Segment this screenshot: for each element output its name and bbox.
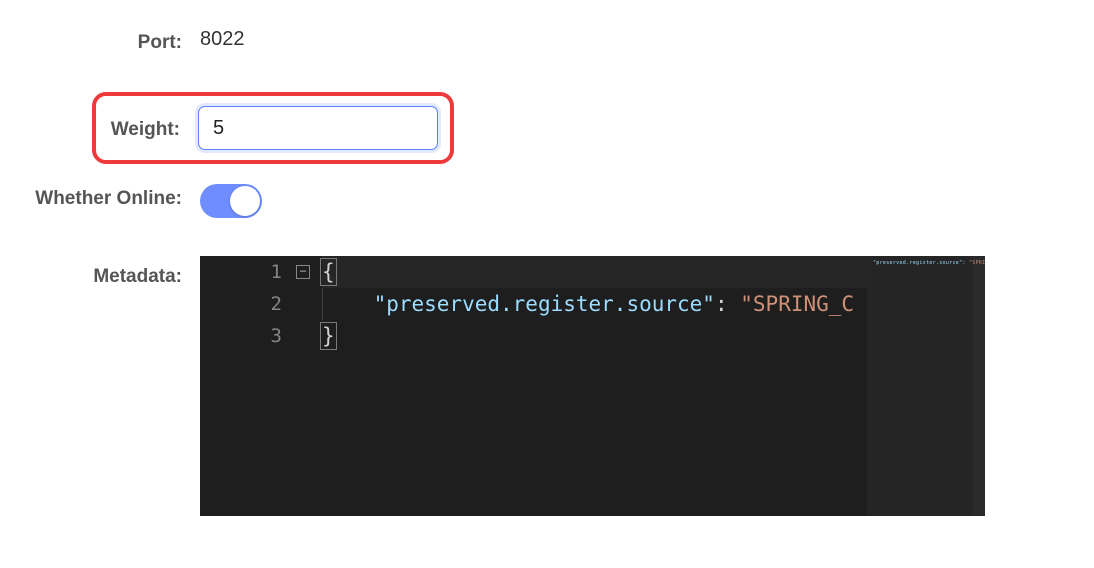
port-row: Port: 8022 <box>0 28 1094 54</box>
online-label: Whether Online: <box>0 184 200 210</box>
weight-highlight-box: Weight: <box>92 92 454 164</box>
port-value: 8022 <box>200 28 245 51</box>
toggle-knob <box>230 186 260 216</box>
json-colon: : <box>715 292 728 316</box>
fold-collapse-icon[interactable]: − <box>296 265 310 279</box>
online-toggle[interactable] <box>200 184 262 218</box>
json-string: "SPRING_C <box>740 292 854 316</box>
editor-minimap[interactable]: "preserved.register.source": "SPRING_ <box>867 256 985 516</box>
weight-input[interactable] <box>198 106 438 150</box>
editor-gutter: 1 2 3 <box>200 256 292 516</box>
minimap-line: "preserved.register.source": "SPRING_ <box>873 260 985 266</box>
editor-scrollbar[interactable] <box>973 256 985 516</box>
metadata-row: Metadata: 1 2 3 − { "preserved.register.… <box>0 256 1094 516</box>
weight-row: Weight: <box>0 92 1094 164</box>
metadata-editor[interactable]: 1 2 3 − { "preserved.register.source": "… <box>200 256 985 516</box>
port-label: Port: <box>0 28 200 54</box>
weight-label: Weight: <box>108 115 198 141</box>
metadata-label: Metadata: <box>0 256 200 288</box>
json-key: "preserved.register.source" <box>374 292 715 316</box>
line-number: 1 <box>200 256 282 288</box>
online-row: Whether Online: <box>0 184 1094 218</box>
brace-open: { <box>322 256 335 288</box>
line-number: 2 <box>200 288 282 320</box>
brace-close: } <box>322 320 335 352</box>
editor-fold-gutter: − <box>292 256 318 516</box>
line-number: 3 <box>200 320 282 352</box>
